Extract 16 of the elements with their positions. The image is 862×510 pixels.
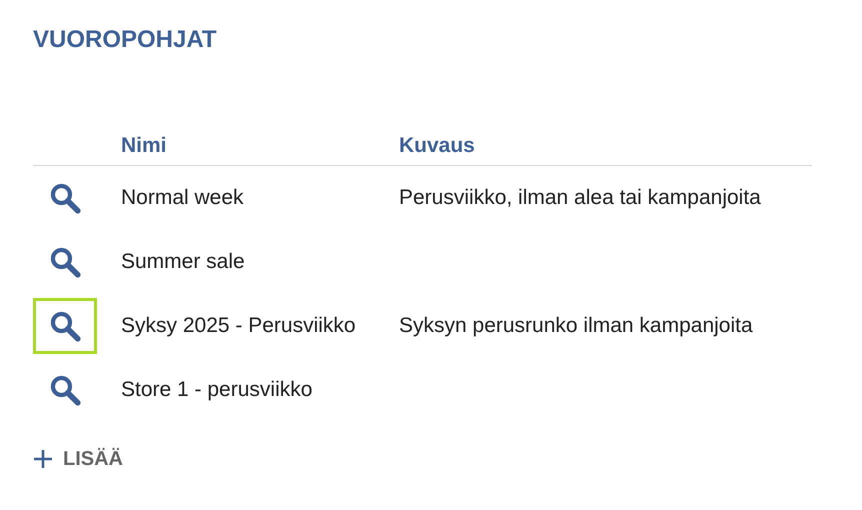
add-button[interactable]: LISÄÄ <box>33 444 123 474</box>
search-icon <box>48 373 82 407</box>
table-cell-text: Normal week <box>121 185 245 212</box>
search-icon <box>48 181 82 215</box>
table-cell-text: Syksyn perusrunko ilman kampanjoita <box>399 313 753 340</box>
search-icon <box>48 309 82 343</box>
plus-icon <box>33 449 53 469</box>
table-cell-text: Perusviikko, ilman alea tai kampanjoita <box>399 185 761 212</box>
table-cell-text: Syksy 2025 - Perusviikko <box>121 313 357 340</box>
table-cell-text: Summer sale <box>121 249 246 276</box>
search-icon <box>48 245 82 279</box>
column-header: Kuvaus <box>399 132 475 159</box>
table-cell-text: Store 1 - perusviikko <box>121 377 314 404</box>
view-button[interactable] <box>33 298 97 354</box>
page-title: VUOROPOHJAT <box>33 25 217 55</box>
column-header: Nimi <box>121 132 168 159</box>
